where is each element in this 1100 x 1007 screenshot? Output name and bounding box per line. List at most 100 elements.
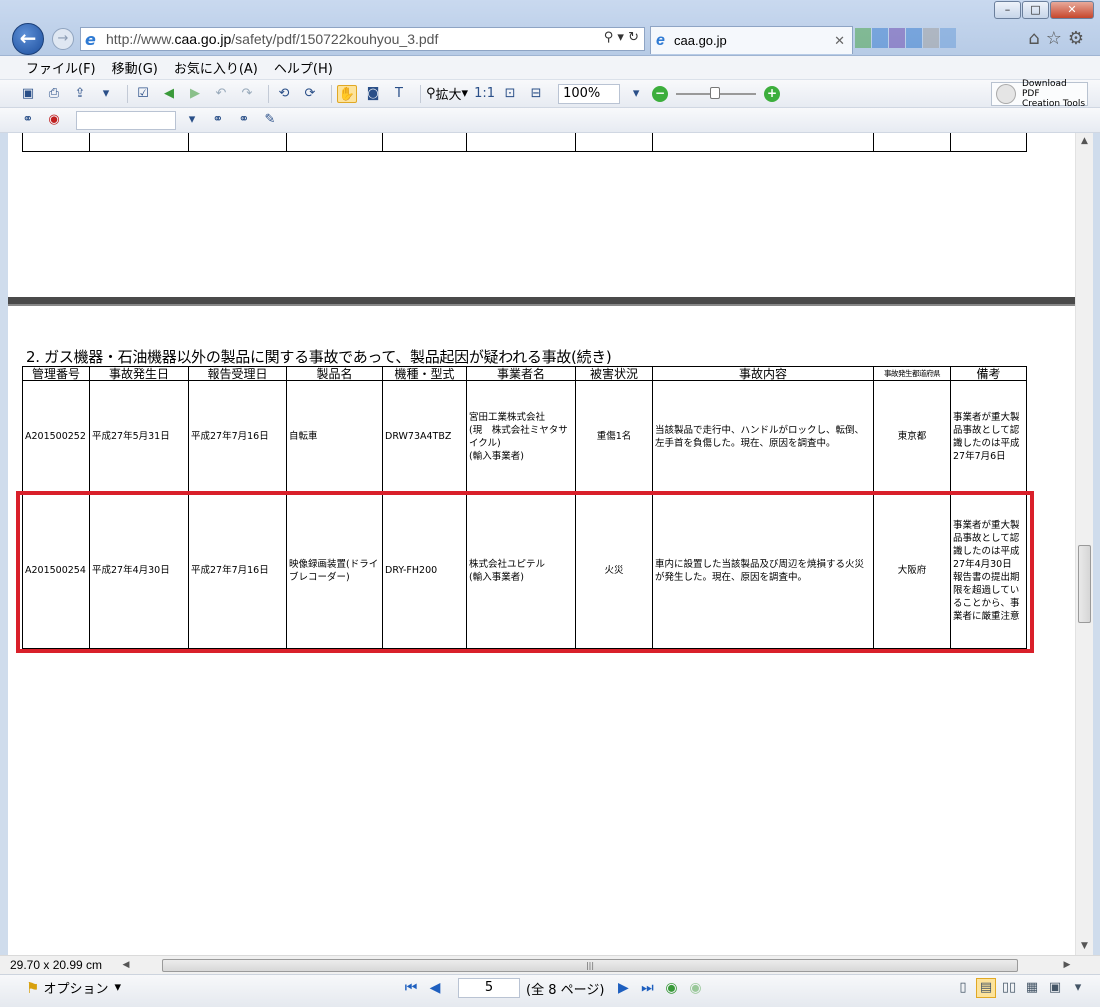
split-view-icon[interactable]: ▣ bbox=[1045, 978, 1065, 998]
actual-size-icon[interactable]: 1:1 bbox=[474, 85, 495, 103]
cell-remarks: 事業者が重大製品事故として認識したのは平成27年4月30日 報告書の提出期限を超… bbox=[950, 492, 1027, 649]
table-row: A201500252 平成27年5月31日 平成27年7月16日 自転車 DRW… bbox=[22, 380, 1027, 493]
menu-file[interactable]: ファイル(F) bbox=[26, 58, 96, 77]
menu-bar: ファイル(F) 移動(G) お気に入り(A) ヘルプ(H) bbox=[0, 56, 1100, 80]
scroll-left-icon[interactable]: ◀ bbox=[118, 957, 134, 974]
search-dropdown-icon[interactable]: ▾ bbox=[182, 111, 202, 129]
cell-id: A201500254 bbox=[22, 492, 90, 649]
menu-help[interactable]: ヘルプ(H) bbox=[274, 58, 333, 77]
facing-pages-icon[interactable]: ▯▯ bbox=[999, 978, 1019, 998]
scroll-right-icon[interactable]: ▶ bbox=[1059, 957, 1075, 974]
prev-page-icon[interactable]: ◀ bbox=[426, 979, 444, 997]
menu-favorites[interactable]: お気に入り(A) bbox=[174, 58, 258, 77]
options-label: オプション bbox=[43, 982, 109, 997]
previous-page-table bbox=[22, 133, 1027, 152]
col-header-remarks: 備考 bbox=[950, 366, 1027, 381]
col-header-product: 製品名 bbox=[286, 366, 383, 381]
col-header-content: 事故内容 bbox=[652, 366, 874, 381]
prev-view-icon[interactable]: ◀ bbox=[159, 85, 179, 103]
cell-id: A201500252 bbox=[22, 380, 90, 493]
zoom-in-icon[interactable]: + bbox=[764, 85, 781, 102]
export-icon[interactable]: ⇪ bbox=[70, 85, 90, 103]
document-viewport[interactable]: 2. ガス機器・石油機器以外の製品に関する事故であって、製品起因が疑われる事故(… bbox=[8, 133, 1075, 955]
options-button[interactable]: ⚑ オプション ▾ bbox=[26, 978, 121, 998]
next-page-icon[interactable]: ▶ bbox=[614, 979, 632, 997]
cell-report-date: 平成27年7月16日 bbox=[188, 380, 287, 493]
vertical-scrollbar[interactable]: ▲ ▼ bbox=[1075, 133, 1093, 955]
download-pdf-tools-button[interactable]: Download PDF Creation Tools bbox=[991, 79, 1088, 109]
print-icon[interactable]: ⎙ bbox=[44, 85, 64, 103]
zoom-percent-field[interactable]: 100% bbox=[558, 83, 621, 104]
tab-close-icon[interactable]: ✕ bbox=[834, 33, 845, 49]
rotate-left-icon[interactable]: ⟲ bbox=[274, 85, 294, 103]
flag-icon: ⚑ bbox=[26, 978, 40, 997]
current-page-field[interactable]: 5 bbox=[458, 978, 520, 998]
first-page-icon[interactable]: ⏮ bbox=[402, 979, 420, 997]
back-view-icon[interactable]: ◉ bbox=[662, 979, 680, 997]
view-mode-icons: ▯ ▤ ▯▯ ▦ ▣ ▾ bbox=[950, 978, 1088, 998]
page-size: 29.70 x 20.99 cm bbox=[10, 958, 103, 972]
navigation-bar: ⚑ オプション ▾ ⏮ ◀ 5 (全 8 ページ) ▶ ⏭ ◉ ◉ ▯ ▤ ▯▯… bbox=[0, 974, 1100, 1007]
highlight-icon[interactable]: ✎ bbox=[260, 111, 280, 129]
rotate-right-icon[interactable]: ⟳ bbox=[300, 85, 320, 103]
page-separator bbox=[8, 297, 1075, 306]
new-tab-strip[interactable] bbox=[855, 28, 995, 52]
scroll-up-icon[interactable]: ▲ bbox=[1076, 133, 1093, 150]
scroll-down-icon[interactable]: ▼ bbox=[1076, 938, 1093, 955]
menu-go[interactable]: 移動(G) bbox=[112, 58, 158, 77]
view-dropdown-icon[interactable]: ▾ bbox=[1068, 978, 1088, 998]
zoom-slider[interactable] bbox=[676, 86, 757, 99]
undo-icon[interactable]: ↶ bbox=[211, 85, 231, 103]
find-next-icon[interactable]: ⚭ bbox=[234, 111, 254, 129]
url-text: http://www.caa.go.jp/safety/pdf/150722ko… bbox=[106, 31, 439, 47]
hand-tool-icon[interactable]: ✋ bbox=[337, 84, 357, 103]
forward-button[interactable]: → bbox=[52, 28, 74, 50]
address-bar[interactable]: e http://www.caa.go.jp/safety/pdf/150722… bbox=[80, 27, 645, 51]
cell-content: 車内に設置した当該製品及び周辺を焼損する火災が発生した。現在、原因を調査中。 bbox=[652, 492, 874, 649]
tools-icon[interactable]: ▾ bbox=[96, 85, 116, 103]
fit-page-icon[interactable]: ⊡ bbox=[500, 85, 520, 103]
redo-icon[interactable]: ↷ bbox=[237, 85, 257, 103]
title-bar: – □ ✕ ← → e http://www.caa.go.jp/safety/… bbox=[0, 0, 1100, 56]
continuous-facing-icon[interactable]: ▦ bbox=[1022, 978, 1042, 998]
fit-width-icon[interactable]: ⊟ bbox=[526, 85, 546, 103]
back-button[interactable]: ← bbox=[12, 23, 44, 55]
select-text-icon[interactable]: T bbox=[389, 85, 409, 103]
page-total: (全 8 ページ) bbox=[526, 982, 605, 998]
single-page-icon[interactable]: ▯ bbox=[953, 978, 973, 998]
minimize-button[interactable]: – bbox=[994, 1, 1021, 19]
status-bar: 29.70 x 20.99 cm ◀ ||| ▶ bbox=[0, 955, 1100, 974]
home-favorites-settings-icons[interactable]: ⌂☆⚙ bbox=[1028, 28, 1090, 49]
ask-icon[interactable]: ◉ bbox=[44, 111, 64, 129]
search-input[interactable] bbox=[76, 110, 176, 130]
horizontal-scrollbar[interactable]: ◀ ||| ▶ bbox=[118, 957, 1075, 974]
continuous-page-icon[interactable]: ▤ bbox=[976, 978, 996, 998]
last-page-icon[interactable]: ⏭ bbox=[638, 979, 656, 997]
vertical-scroll-thumb[interactable] bbox=[1078, 545, 1091, 623]
close-button[interactable]: ✕ bbox=[1050, 1, 1094, 19]
forward-view-icon[interactable]: ◉ bbox=[686, 979, 704, 997]
zoom-in-button[interactable]: ⚲ 拡大 ▾ bbox=[426, 84, 468, 103]
col-header-id: 管理番号 bbox=[22, 366, 90, 381]
maximize-button[interactable]: □ bbox=[1022, 1, 1049, 19]
next-view-icon[interactable]: ▶ bbox=[185, 85, 205, 103]
col-header-prefecture: 事故発生都道府県 bbox=[873, 366, 951, 381]
cell-damage: 火災 bbox=[575, 492, 653, 649]
tab-ie-icon: e bbox=[656, 31, 665, 49]
tab-caa[interactable]: e caa.go.jp ✕ bbox=[650, 26, 853, 54]
col-header-company: 事業者名 bbox=[466, 366, 576, 381]
zoom-out-icon[interactable]: − bbox=[652, 85, 669, 102]
save-icon[interactable]: ▣ bbox=[18, 85, 38, 103]
search-refresh-icons[interactable]: ⚲ ▾ ↻ bbox=[604, 30, 639, 45]
zoom-dropdown-icon[interactable]: ▾ bbox=[626, 85, 646, 103]
snapshot-icon[interactable]: ◙ bbox=[363, 85, 383, 103]
download-line1: Download PDF bbox=[1021, 79, 1067, 99]
checklist-icon[interactable]: ☑ bbox=[133, 85, 153, 103]
zoom-slider-thumb[interactable] bbox=[710, 86, 721, 99]
cell-product: 映像録画装置(ドライブレコーダー) bbox=[286, 492, 383, 649]
cell-damage: 重傷1名 bbox=[575, 380, 653, 493]
cell-model: DRY-FH200 bbox=[382, 492, 467, 649]
find-icon[interactable]: ⚭ bbox=[18, 111, 38, 129]
horizontal-scroll-thumb[interactable]: ||| bbox=[162, 959, 1018, 972]
find-prev-icon[interactable]: ⚭ bbox=[208, 111, 228, 129]
